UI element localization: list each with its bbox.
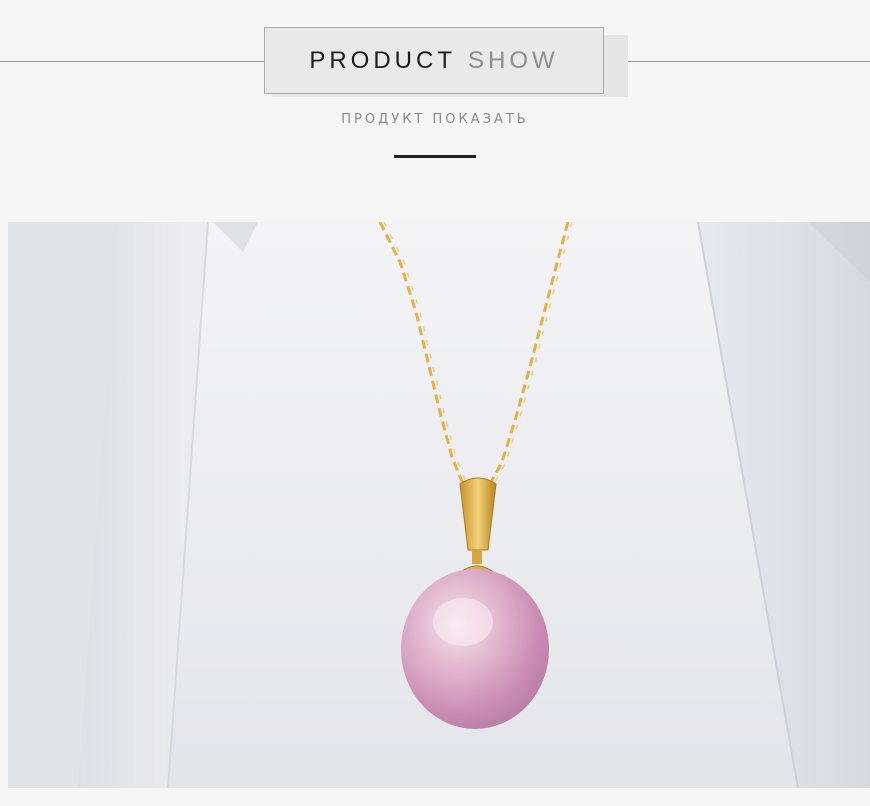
product-show-header: PRODUCT SHOW ПРОДУКТ ПОКАЗАТЬ [0, 0, 870, 222]
title-secondary: SHOW [468, 46, 559, 74]
section-subtitle: ПРОДУКТ ПОКАЗАТЬ [341, 112, 529, 127]
divider-line-right [606, 61, 870, 62]
pearl-pendant-image [8, 222, 870, 788]
section-title-box: PRODUCT SHOW [264, 27, 604, 94]
divider-line-left [0, 61, 264, 62]
accent-underline [394, 155, 476, 158]
title-primary: PRODUCT [309, 46, 456, 74]
product-photo [8, 222, 870, 788]
